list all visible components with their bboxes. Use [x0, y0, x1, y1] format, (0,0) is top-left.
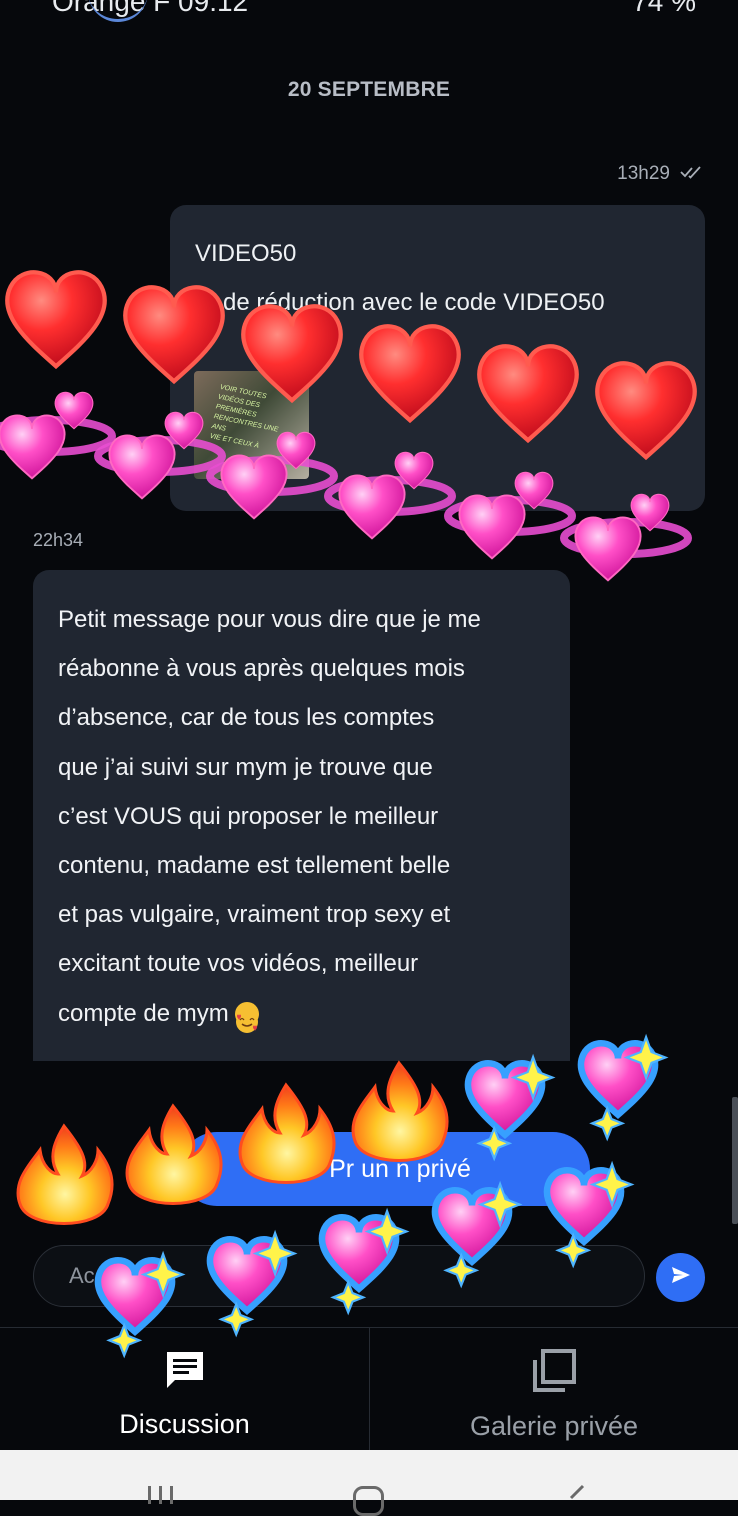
system-navigation-bar — [0, 1450, 738, 1516]
message-line: c’est VOUS qui proposer le meilleur — [58, 802, 439, 830]
message-line: d’absence, car de tous les comptes — [58, 704, 435, 732]
message-line: Petit message pour vous dire que je me — [58, 606, 481, 633]
outgoing-message-bubble[interactable]: VIDEO50 % de réduction avec le code VIDE… — [170, 205, 705, 511]
back-icon[interactable] — [563, 1484, 587, 1508]
message-line: contenu, madame est tellement belle — [58, 852, 451, 880]
thumbnail-caption: VOIR TOUTES VIDÉOS DES PREMIÈRES RENCONT… — [208, 383, 285, 455]
message-line: que j’ai suivi sur mym je trouve que — [58, 753, 433, 781]
message-line: réabonne à vous après quelques mois — [58, 655, 465, 683]
outgoing-message-time: 13h29 — [617, 163, 704, 185]
red-heart-icon — [7, 272, 105, 366]
status-right-text: 74 % — [632, 0, 696, 17]
recents-bar — [148, 1486, 151, 1504]
tab-private-gallery-label: Galerie privée — [469, 1411, 639, 1441]
bottom-tab-bar: Discussion Galerie privée — [0, 1327, 738, 1450]
tab-private-gallery[interactable]: Galerie privée — [369, 1328, 738, 1450]
recents-icon[interactable] — [148, 1486, 173, 1504]
thumbnail-line: VIE ET CEUX À — [208, 432, 260, 450]
double-check-icon — [680, 163, 704, 185]
send-button[interactable] — [656, 1253, 705, 1302]
recents-bar — [159, 1486, 162, 1504]
smiling-face-with-hearts-icon — [235, 1002, 260, 1034]
tab-discussion-label: Discussion — [119, 1409, 250, 1439]
message-line: compte de mym — [58, 999, 229, 1027]
fire-icon — [16, 1123, 114, 1225]
send-icon — [669, 1263, 693, 1292]
incoming-message-bubble[interactable]: Petit message pour vous dire que je me r… — [33, 570, 570, 1061]
recents-bar — [170, 1486, 173, 1504]
message-input[interactable]: Ac — [33, 1245, 645, 1307]
message-input-placeholder: Ac — [69, 1263, 95, 1288]
outgoing-time-text: 13h29 — [617, 163, 670, 184]
incoming-message-time: 22h34 — [33, 530, 84, 550]
home-icon[interactable] — [353, 1486, 384, 1516]
promo-description: % de réduction avec le code VIDEO50 — [195, 289, 605, 316]
incoming-message-text: Petit message pour vous dire que je me r… — [58, 595, 558, 1038]
status-left-text: Orange F 09:12 — [52, 0, 249, 17]
message-line: excitant toute vos vidéos, meilleur — [58, 950, 419, 978]
video-thumbnail[interactable]: VOIR TOUTES VIDÉOS DES PREMIÈRES RENCONT… — [194, 371, 309, 479]
scrollbar[interactable] — [732, 1097, 738, 1224]
message-line: et pas vulgaire, vraiment trop sexy et — [58, 901, 451, 929]
private-message-button[interactable]: Pr un n privé — [180, 1132, 590, 1206]
revolving-hearts-icon — [0, 391, 116, 480]
promo-code-title: VIDEO50 — [195, 240, 297, 267]
thumbnail-line: ANS — [210, 422, 227, 433]
date-separator: 20 SEPTEMBRE — [287, 78, 451, 101]
tab-discussion[interactable]: Discussion — [0, 1328, 369, 1450]
chat-icon — [163, 1348, 207, 1397]
message-line-last: compte de mym — [58, 989, 558, 1038]
sparkling-heart-icon — [581, 1033, 669, 1142]
gallery-icon — [531, 1348, 577, 1399]
